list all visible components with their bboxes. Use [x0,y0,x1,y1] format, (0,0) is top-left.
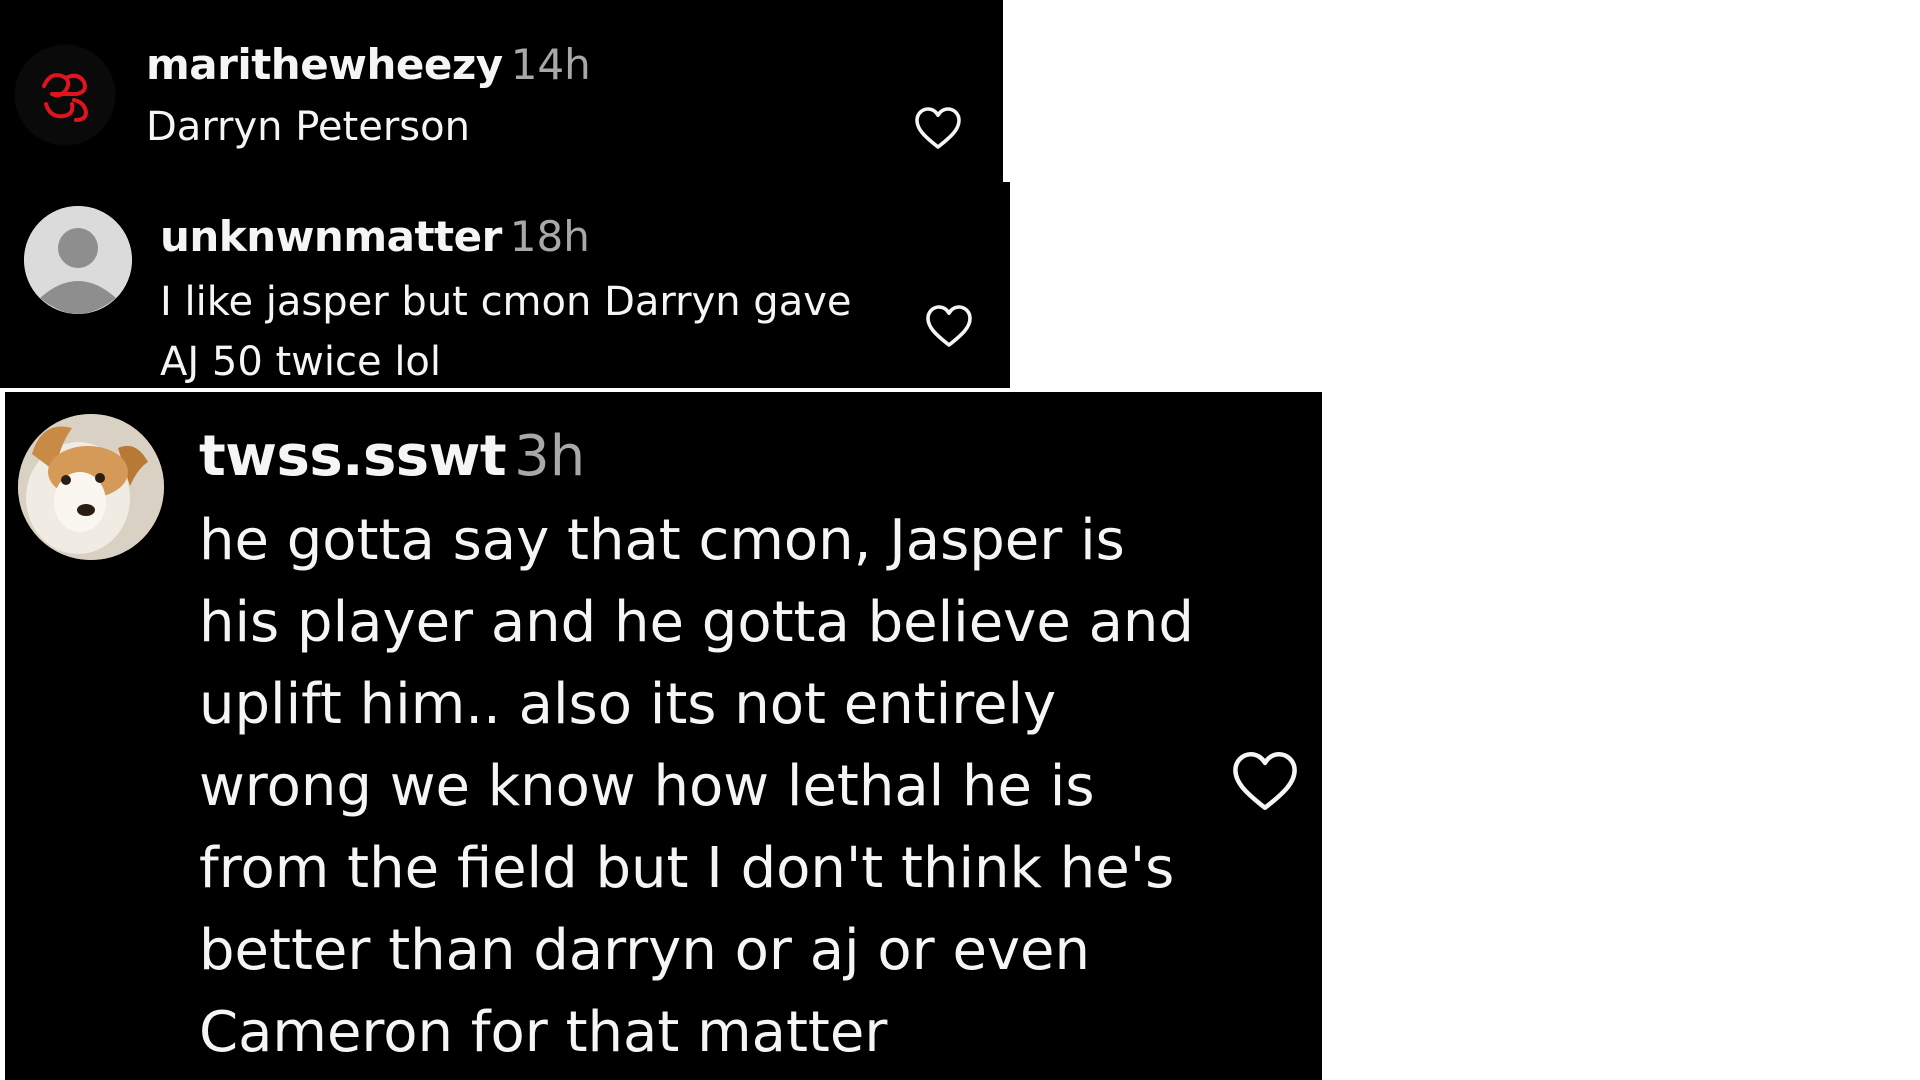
username[interactable]: twss.sswt [199,424,507,489]
timestamp[interactable]: 3h [514,424,585,489]
default-user-icon [24,206,132,314]
comment-item: unknwnmatter 18h I like jasper but cmon D… [0,182,1010,388]
comment-text: I like jasper but cmon Darryn gave AJ 50… [160,279,852,385]
like-button[interactable] [913,106,963,150]
comment-panel: twss.sswt 3h he gotta say that cmon, Jasp… [5,392,1322,1080]
comment-header: marithewheezy 14h [146,40,591,89]
like-button[interactable] [1230,750,1300,812]
username[interactable]: unknwnmatter [160,212,502,261]
username[interactable]: marithewheezy [146,40,503,89]
timestamp[interactable]: 18h [510,212,590,261]
comment-header: twss.sswt 3h [199,424,585,489]
comment-item: twss.sswt 3h he gotta say that cmon, Jasp… [5,392,1322,1080]
dog-photo-icon [18,414,164,560]
heart-outline-icon [1233,751,1297,811]
like-button[interactable] [924,304,974,348]
comment-text: he gotta say that cmon, Jasper is his pl… [199,508,1194,1065]
comment-text: Darryn Peterson [146,104,470,150]
heart-outline-icon [915,107,961,149]
heart-outline-icon [926,305,972,347]
avatar[interactable] [14,44,116,146]
comment-header: unknwnmatter 18h [160,212,590,261]
timestamp[interactable]: 14h [511,40,591,89]
comment-item: marithewheezy 14h Darryn Peterson [0,0,1003,182]
comment-panel: marithewheezy 14h Darryn Peterson [0,0,1003,182]
red-logo-icon [15,45,115,145]
avatar[interactable] [18,414,164,560]
avatar[interactable] [24,206,132,314]
comment-panel: unknwnmatter 18h I like jasper but cmon D… [0,182,1010,388]
